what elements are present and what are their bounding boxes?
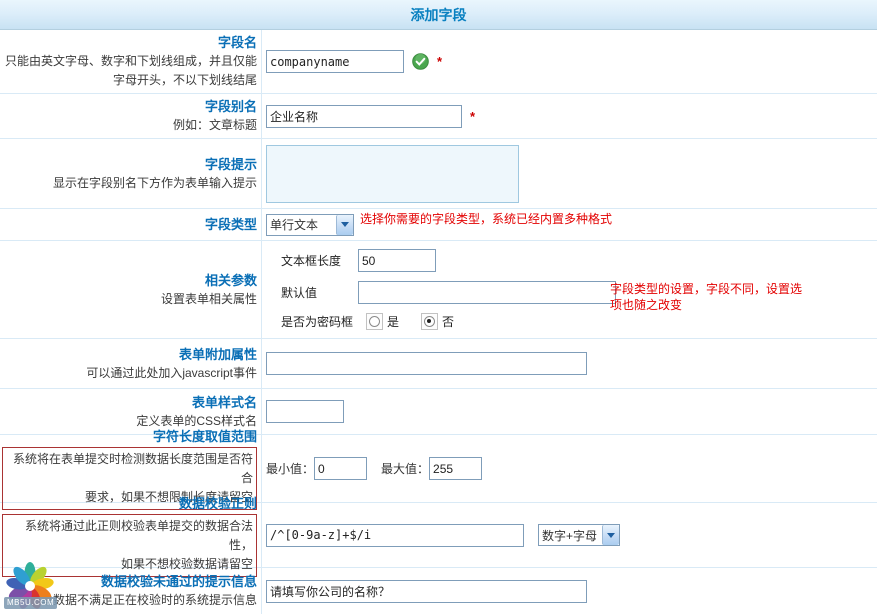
error-msg-input[interactable] (266, 580, 587, 603)
textbox-length-input[interactable] (358, 249, 436, 272)
field-type-hint: 选择你需要的字段类型，系统已经内置多种格式 (360, 211, 612, 227)
default-value-input[interactable] (358, 281, 616, 304)
field-type-label: 字段类型 (0, 215, 257, 234)
regex-preset-select[interactable]: 数字+字母 (538, 524, 620, 546)
field-name-desc-line1: 只能由英文字母、数字和下划线组成，并且仅能 (0, 52, 257, 71)
required-asterisk: * (437, 54, 442, 69)
password-no-label: 否 (442, 313, 454, 330)
params-note: 字段类型的设置，字段不同，设置选项也随之改变 (610, 281, 810, 313)
chevron-down-icon (602, 525, 619, 545)
form-css-label: 表单样式名 (0, 393, 257, 412)
max-value-label: 最大值： (381, 460, 429, 477)
params-desc: 设置表单相关属性 (0, 290, 257, 309)
field-tip-textarea[interactable] (266, 145, 519, 203)
row-field-tip: 字段提示 显示在字段别名下方作为表单输入提示 (0, 139, 877, 209)
field-alias-desc: 例如：文章标题 (0, 116, 257, 135)
valid-check-icon (412, 53, 429, 70)
regex-desc-line1: 系统将通过此正则校验表单提交的数据合法性， (6, 517, 253, 555)
length-range-label: 字符长度取值范围 (0, 427, 257, 446)
field-tip-desc: 显示在字段别名下方作为表单输入提示 (0, 174, 257, 193)
field-name-desc-line2: 字母开头，不以下划线结尾 (0, 71, 257, 90)
page-title: 添加字段 (0, 0, 877, 30)
form-attr-input[interactable] (266, 352, 587, 375)
password-yes-label: 是 (387, 313, 399, 330)
row-field-name: 字段名 只能由英文字母、数字和下划线组成，并且仅能 字母开头，不以下划线结尾 * (0, 30, 877, 94)
regex-preset-selected-value: 数字+字母 (539, 527, 602, 544)
password-toggle-label: 是否为密码框 (281, 313, 358, 330)
regex-label: 数据校验正则 (0, 494, 257, 513)
row-field-type: 字段类型 单行文本 选择你需要的字段类型，系统已经内置多种格式 (0, 209, 877, 241)
field-name-label: 字段名 (0, 33, 257, 52)
chevron-down-icon (336, 215, 353, 235)
field-name-input[interactable] (266, 50, 404, 73)
row-params: 相关参数 设置表单相关属性 文本框长度 默认值 是否为密码框 是 否 字段类型的… (0, 241, 877, 339)
field-type-select[interactable]: 单行文本 (266, 214, 354, 236)
form-attr-desc: 可以通过此处加入javascript事件 (0, 364, 257, 383)
field-type-selected-value: 单行文本 (267, 216, 336, 233)
row-regex: 数据校验正则 系统将通过此正则校验表单提交的数据合法性， 如果不想校验数据请留空… (0, 503, 877, 568)
watermark-text: MB5U.COM (4, 597, 57, 609)
watermark: MB5U.COM (4, 560, 60, 614)
row-field-alias: 字段别名 例如：文章标题 * (0, 94, 877, 139)
password-yes-radio[interactable] (366, 313, 383, 330)
form-css-input[interactable] (266, 400, 344, 423)
field-alias-label: 字段别名 (0, 97, 257, 116)
row-form-attr: 表单附加属性 可以通过此处加入javascript事件 (0, 339, 877, 389)
min-value-label: 最小值： (266, 460, 314, 477)
field-alias-input[interactable] (266, 105, 462, 128)
field-tip-label: 字段提示 (0, 155, 257, 174)
textbox-length-label: 文本框长度 (281, 252, 358, 269)
required-asterisk: * (470, 109, 475, 124)
password-no-radio[interactable] (421, 313, 438, 330)
length-range-desc-line1: 系统将在表单提交时检测数据长度范围是否符合 (6, 450, 253, 488)
regex-input[interactable] (266, 524, 524, 547)
min-value-input[interactable] (314, 457, 367, 480)
max-value-input[interactable] (429, 457, 482, 480)
params-label: 相关参数 (0, 271, 257, 290)
row-error-msg: 数据校验未通过的提示信息 当表单数据不满足正在校验时的系统提示信息 (0, 568, 877, 614)
default-value-label: 默认值 (281, 284, 358, 301)
form-attr-label: 表单附加属性 (0, 345, 257, 364)
